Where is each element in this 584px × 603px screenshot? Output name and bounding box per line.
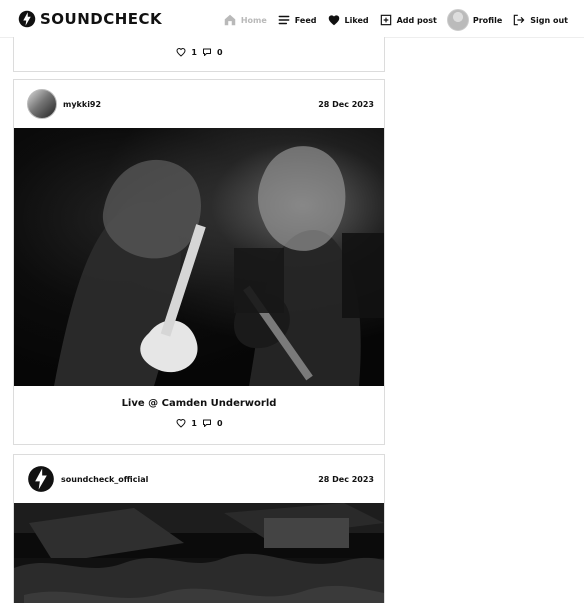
post-date: 28 Dec 2023 [318,99,374,109]
like-heart-outline-icon[interactable] [175,46,187,58]
author-avatar [27,465,55,493]
crowd-photo [14,503,384,603]
lightning-bolt-icon [28,466,54,492]
author-username: soundcheck_official [61,474,149,484]
nav-home-label: Home [240,15,267,25]
nav-profile[interactable]: Profile [446,9,503,31]
profile-avatar [446,9,469,31]
post-author[interactable]: mykki92 [27,89,101,119]
post-card: 1 0 [13,37,385,72]
post-stats: 1 0 [14,46,384,58]
comments-count: 0 [217,47,223,57]
post-image[interactable] [14,128,384,386]
top-navbar: SOUNDCHECK Home Feed Liked Add post Prof… [0,0,584,38]
comments-count: 0 [217,418,223,428]
concert-photo [14,128,384,386]
post-card: soundcheck_official 28 Dec 2023 [13,454,385,603]
comment-bubble-icon[interactable] [201,417,213,429]
likes-count: 1 [191,418,197,428]
post-author[interactable]: soundcheck_official [27,465,148,493]
feed-icon [278,15,290,25]
feed-column: 1 0 mykki92 28 Dec 2023 Live @ Camden Un… [13,37,385,603]
post-caption: Live @ Camden Underworld [121,398,277,409]
lightning-bolt-icon [18,10,36,28]
nav-feed[interactable]: Feed [277,13,317,27]
post-date: 28 Dec 2023 [318,474,374,484]
author-avatar [27,89,57,119]
nav-home[interactable]: Home [223,13,267,27]
likes-count: 1 [191,47,197,57]
nav-sign-out[interactable]: Sign out [512,13,568,27]
like-heart-outline-icon[interactable] [175,417,187,429]
main-nav: Home Feed Liked Add post Profile Sign ou… [223,9,568,31]
add-post-icon [380,14,391,26]
home-icon [224,14,236,26]
sign-out-icon [514,14,525,26]
nav-liked-label: Liked [344,15,369,25]
author-username: mykki92 [63,99,102,109]
nav-feed-label: Feed [294,15,317,25]
post-header: mykki92 28 Dec 2023 [27,89,374,119]
post-header: soundcheck_official 28 Dec 2023 [27,465,374,493]
nav-add-post[interactable]: Add post [379,13,437,27]
nav-profile-label: Profile [472,15,503,25]
brand-name: SOUNDCHECK [40,10,163,28]
heart-icon [328,15,339,26]
post-card: mykki92 28 Dec 2023 Live @ Camden Underw… [13,79,385,445]
post-image[interactable] [14,503,384,603]
nav-add-post-label: Add post [396,15,437,25]
brand-logo[interactable]: SOUNDCHECK [18,9,162,29]
comment-bubble-icon[interactable] [201,46,213,58]
nav-liked[interactable]: Liked [327,13,369,27]
post-stats: 1 0 [14,417,384,429]
nav-sign-out-label: Sign out [530,15,568,25]
